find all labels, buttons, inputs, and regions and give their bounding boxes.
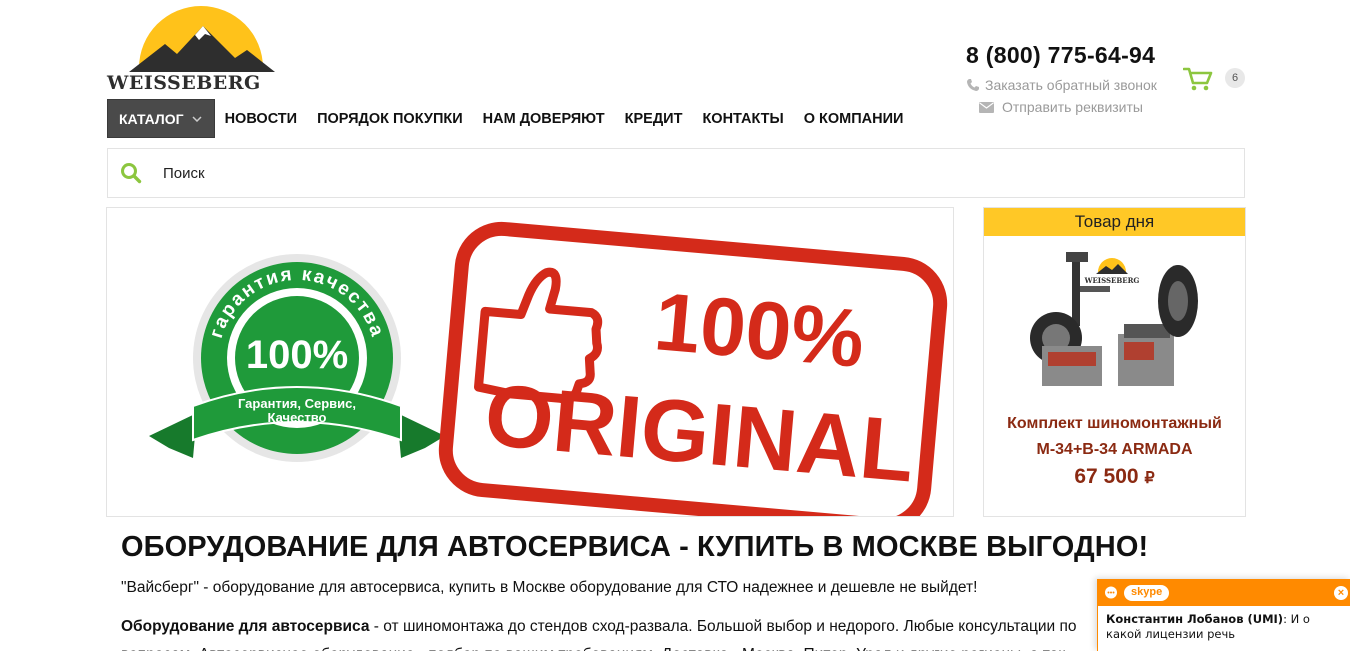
requisites-link[interactable]: Отправить реквизиты xyxy=(979,99,1143,115)
nav-item-news[interactable]: НОВОСТИ xyxy=(215,111,308,127)
cart-count-badge: 6 xyxy=(1225,68,1245,88)
hero-banner[interactable]: гарантия качества 100% Гарантия, Сервис,… xyxy=(106,207,954,517)
nav-catalog-label: КАТАЛОГ xyxy=(119,110,184,127)
cart-icon[interactable] xyxy=(1183,66,1213,92)
search-bar xyxy=(107,148,1245,198)
envelope-icon xyxy=(979,101,994,113)
search-input[interactable] xyxy=(163,164,1063,182)
stamp-word: ORIGINAL xyxy=(481,365,918,501)
requisites-label: Отправить реквизиты xyxy=(1002,99,1143,115)
banner-image: гарантия качества 100% Гарантия, Сервис,… xyxy=(149,221,948,516)
nav-catalog-button[interactable]: КАТАЛОГ xyxy=(107,99,215,138)
main-nav: КАТАЛОГ НОВОСТИ ПОРЯДОК ПОКУПКИ НАМ ДОВЕ… xyxy=(107,99,913,138)
nav-item-trust[interactable]: НАМ ДОВЕРЯЮТ xyxy=(473,111,615,127)
ribbon-line1: Гарантия, Сервис, xyxy=(238,396,356,411)
skype-message: Константин Лобанов (UMI): И о какой лице… xyxy=(1098,606,1350,642)
description-paragraph: Оборудование для автосервиса - от шиномо… xyxy=(121,613,1121,651)
nav-item-about[interactable]: О КОМПАНИИ xyxy=(794,111,914,127)
chevron-down-icon xyxy=(192,115,202,122)
deal-price-currency: ₽ xyxy=(1144,470,1155,487)
deal-price: 67 500 ₽ xyxy=(984,465,1245,489)
deal-image-brand: WEISSEBERG xyxy=(1084,276,1140,285)
phone-icon xyxy=(967,79,979,91)
deal-of-day-card[interactable]: Товар дня WEISSEBERG Комплект шиномонтаж… xyxy=(983,207,1246,517)
callback-label: Заказать обратный звонок xyxy=(985,77,1157,93)
deal-product-image[interactable]: WEISSEBERG xyxy=(1028,246,1203,391)
deal-price-value: 67 500 xyxy=(1074,465,1139,488)
ribbon-line2: Качество xyxy=(268,410,327,425)
deal-product-name[interactable]: Комплект шиномонтажный М-34+В-34 ARMADA xyxy=(984,411,1245,463)
deal-name-line1: Комплект шиномонтажный xyxy=(1007,415,1222,432)
close-icon[interactable]: × xyxy=(1334,586,1348,600)
page-title: ОБОРУДОВАНИЕ ДЛЯ АВТОСЕРВИСА - КУПИТЬ В … xyxy=(121,531,1149,563)
deal-title: Товар дня xyxy=(984,208,1245,236)
description-bold: Оборудование для автосервиса xyxy=(121,618,370,635)
nav-item-purchase-order[interactable]: ПОРЯДОК ПОКУПКИ xyxy=(307,111,473,127)
logo-text[interactable]: WEISSEBERG xyxy=(107,72,261,94)
skype-chat-widget[interactable]: skype × Константин Лобанов (UMI): И о ка… xyxy=(1097,579,1350,651)
skype-logo: skype xyxy=(1124,585,1170,601)
stamp-percent: 100% xyxy=(651,276,868,385)
callback-link[interactable]: Заказать обратный звонок xyxy=(966,77,1157,93)
search-icon[interactable] xyxy=(120,162,142,184)
intro-paragraph: "Вайсберг" - оборудование для автосервис… xyxy=(121,579,978,596)
nav-item-contacts[interactable]: КОНТАКТЫ xyxy=(692,111,793,127)
skype-sender: Константин Лобанов (UMI) xyxy=(1106,612,1284,626)
deal-name-line2: М-34+В-34 ARMADA xyxy=(1036,441,1193,458)
chat-bubble-icon xyxy=(1105,586,1117,599)
phone-number[interactable]: 8 (800) 775-64-94 xyxy=(966,42,1155,69)
nav-item-credit[interactable]: КРЕДИТ xyxy=(615,111,693,127)
original-stamp: 100% ORIGINAL xyxy=(438,221,948,516)
skype-chat-header[interactable]: skype × xyxy=(1098,580,1350,606)
seal-percent: 100% xyxy=(246,333,348,377)
